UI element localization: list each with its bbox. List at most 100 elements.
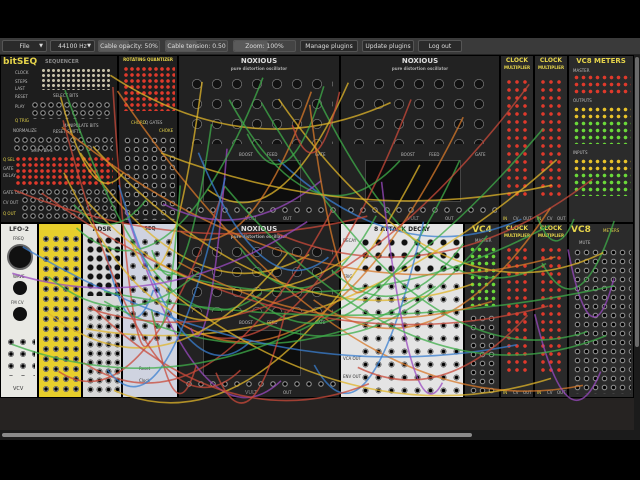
file-menu[interactable]: File ▼ bbox=[2, 40, 47, 52]
lfo-freq-knob[interactable] bbox=[7, 244, 33, 270]
noxious-module-2[interactable]: NOXIOUS pure distortion oscillator BOOST… bbox=[340, 55, 500, 223]
clock-multiplier-module-3[interactable]: CLOCK MULTIPLIER IN CV OUT bbox=[500, 223, 534, 398]
noxious-1-label-gate: GATE bbox=[315, 152, 326, 157]
noxious-2-label-gate: GATE bbox=[475, 152, 486, 157]
attack-decay-module[interactable]: 8 ATTACK DECAY DECAY TRIG VCA OUT ENV OU… bbox=[340, 223, 464, 398]
bitseq-jacks[interactable] bbox=[31, 101, 111, 119]
seq-panel-jacks[interactable] bbox=[127, 236, 175, 346]
adsr-module[interactable]: ADSR bbox=[82, 223, 122, 398]
rotating-quantizer-module[interactable]: ROTATING QUANTIZER CHORD Q GATES CHOKE bbox=[118, 55, 178, 223]
clock-1-title: CLOCK bbox=[505, 57, 529, 64]
clock-4-label-out: OUT bbox=[557, 390, 566, 395]
clock-2-leds bbox=[539, 78, 565, 198]
lfo-jacks[interactable] bbox=[5, 336, 35, 376]
bitseq-label-manipulate: MANIPULATE BITS bbox=[63, 123, 99, 128]
attack-decay-label-trig: TRIG bbox=[343, 274, 353, 279]
manage-plugins-button[interactable]: Manage plugins bbox=[300, 40, 358, 52]
horizontal-scrollbar[interactable] bbox=[0, 430, 640, 440]
noxious-1-subtitle: pure distortion oscillator bbox=[230, 66, 288, 71]
cable-opacity-slider[interactable]: Cable opacity: 50% bbox=[98, 40, 160, 52]
bitseq-bit-grid[interactable] bbox=[41, 68, 111, 90]
adsr-knobs[interactable] bbox=[86, 236, 120, 296]
bitseq-leds bbox=[15, 156, 113, 186]
bitseq-label-q-trig: Q TRIG bbox=[15, 118, 29, 123]
horizontal-scrollbar-thumb[interactable] bbox=[2, 433, 472, 437]
noxious-2-label-boost: BOOST bbox=[401, 152, 415, 157]
update-plugins-label: Update plugins bbox=[365, 42, 411, 50]
clock-3-label-cv: CV bbox=[513, 390, 519, 395]
noxious-1-title: NOXIOUS bbox=[240, 57, 278, 65]
update-plugins-button[interactable]: Update plugins bbox=[362, 40, 414, 52]
lfo-label-wave: WAVE bbox=[13, 274, 25, 279]
bitseq-module[interactable]: bitSEQ SEQUENCER CLOCK STEPS LAST RESET … bbox=[0, 55, 118, 223]
noxious-1-jacks[interactable] bbox=[183, 204, 337, 218]
yellow-sequencer-module[interactable] bbox=[38, 223, 82, 398]
lfo-wave-knob[interactable] bbox=[13, 281, 27, 295]
vc4-module[interactable]: VC4 MASTER bbox=[464, 223, 500, 398]
bitseq-label-q-out: Q OUT bbox=[3, 211, 16, 216]
lfo-brand: VCV bbox=[13, 386, 24, 392]
bitseq-output-jacks[interactable] bbox=[21, 188, 116, 220]
cable-opacity-label: Cable opacity: 50% bbox=[100, 42, 158, 50]
log-out-button[interactable]: Log out bbox=[418, 40, 462, 52]
quantizer-jacks[interactable] bbox=[123, 136, 175, 220]
bitseq-label-normalize: NORMALIZE bbox=[13, 128, 37, 133]
clock-2-subtitle: MULTIPLIER bbox=[537, 65, 565, 70]
vc8-label-mute: MUTE bbox=[579, 240, 591, 245]
vc8-meters-title: VC8 METERS bbox=[576, 57, 626, 65]
bitseq-label-delay: DELAY bbox=[3, 173, 16, 178]
noxious-2-title: NOXIOUS bbox=[401, 57, 439, 65]
clock-4-label-cv: CV bbox=[547, 390, 553, 395]
bitseq-label-gate: GATE bbox=[3, 166, 14, 171]
vc4-jacks[interactable] bbox=[469, 314, 497, 394]
yellow-seq-jacks[interactable] bbox=[41, 234, 81, 394]
rack-rail bbox=[0, 398, 634, 430]
noxious-3-knobs[interactable] bbox=[187, 242, 333, 312]
vc8-input-leds-green bbox=[573, 172, 631, 196]
noxious-3-jacks[interactable] bbox=[183, 378, 337, 392]
lfo-2-module[interactable]: LFO-2 FREQ WAVE FM CV VCV bbox=[0, 223, 38, 398]
clock-1-label-cv: CV bbox=[513, 216, 519, 221]
lfo-fm-cv-knob[interactable] bbox=[13, 307, 27, 321]
clock-multiplier-module-1[interactable]: CLOCK MULTIPLIER IN CV OUT bbox=[500, 55, 534, 223]
attack-decay-knobs[interactable] bbox=[359, 236, 461, 276]
noxious-3-label-feed: FEED bbox=[267, 320, 278, 325]
noxious-3-brand: VULT bbox=[245, 390, 258, 396]
noxious-2-jacks[interactable] bbox=[345, 204, 497, 218]
cable-tension-slider[interactable]: Cable tension: 0.50 bbox=[165, 40, 228, 52]
rack-area[interactable]: bitSEQ SEQUENCER CLOCK STEPS LAST RESET … bbox=[0, 55, 640, 430]
quantizer-label-q-gates: Q GATES bbox=[145, 120, 163, 125]
vertical-scrollbar[interactable] bbox=[634, 55, 640, 430]
attack-decay-jacks[interactable] bbox=[359, 280, 461, 394]
noxious-1-label-feed: FEED bbox=[267, 152, 278, 157]
sample-rate-select[interactable]: 44100 Hz ▼ bbox=[50, 40, 95, 52]
vc8-module[interactable]: VC8 METERS MUTE bbox=[568, 223, 634, 398]
clock-multiplier-module-2[interactable]: CLOCK MULTIPLIER IN CV OUT bbox=[534, 55, 568, 223]
noxious-2-subtitle: pure distortion oscillator bbox=[391, 66, 449, 71]
manage-plugins-label: Manage plugins bbox=[305, 42, 353, 50]
zoom-slider[interactable]: Zoom: 100% bbox=[233, 40, 296, 52]
vc8-input-leds-yellow bbox=[573, 158, 631, 172]
noxious-1-knobs[interactable] bbox=[187, 74, 333, 144]
vc8-meters-module[interactable]: VC8 METERS MASTER OUTPUTS INPUTS bbox=[568, 55, 634, 223]
noxious-2-knobs[interactable] bbox=[349, 74, 493, 144]
bitseq-shift-jacks[interactable] bbox=[13, 136, 113, 152]
lfo-title: LFO-2 bbox=[9, 226, 29, 233]
noxious-1-brand: VULT bbox=[245, 216, 258, 222]
noxious-module-3[interactable]: NOXIOUS pure distortion oscillator BOOST… bbox=[178, 223, 340, 398]
seq-panel-module[interactable]: SEQ Reset Clock bbox=[122, 223, 178, 398]
vertical-scrollbar-thumb[interactable] bbox=[635, 57, 639, 347]
noxious-module-1[interactable]: NOXIOUS pure distortion oscillator BOOST… bbox=[178, 55, 340, 223]
clock-2-label-out: OUT bbox=[557, 216, 566, 221]
bitseq-label-cv-out: CV OUT bbox=[3, 200, 19, 205]
adsr-jacks[interactable] bbox=[86, 304, 120, 394]
bitseq-label-reset: RESET bbox=[15, 94, 28, 99]
noxious-2-display bbox=[365, 160, 461, 202]
vc8-meters-label-master: MASTER bbox=[573, 68, 590, 73]
vc8-jacks[interactable] bbox=[573, 248, 631, 394]
vc4-label-master: MASTER bbox=[475, 238, 492, 243]
bitseq-label-play: PLAY bbox=[15, 104, 25, 109]
noxious-2-brand: VULT bbox=[407, 216, 420, 222]
clock-multiplier-module-4[interactable]: CLOCK MULTIPLIER IN CV OUT bbox=[534, 223, 568, 398]
clock-3-title: CLOCK bbox=[505, 225, 529, 232]
